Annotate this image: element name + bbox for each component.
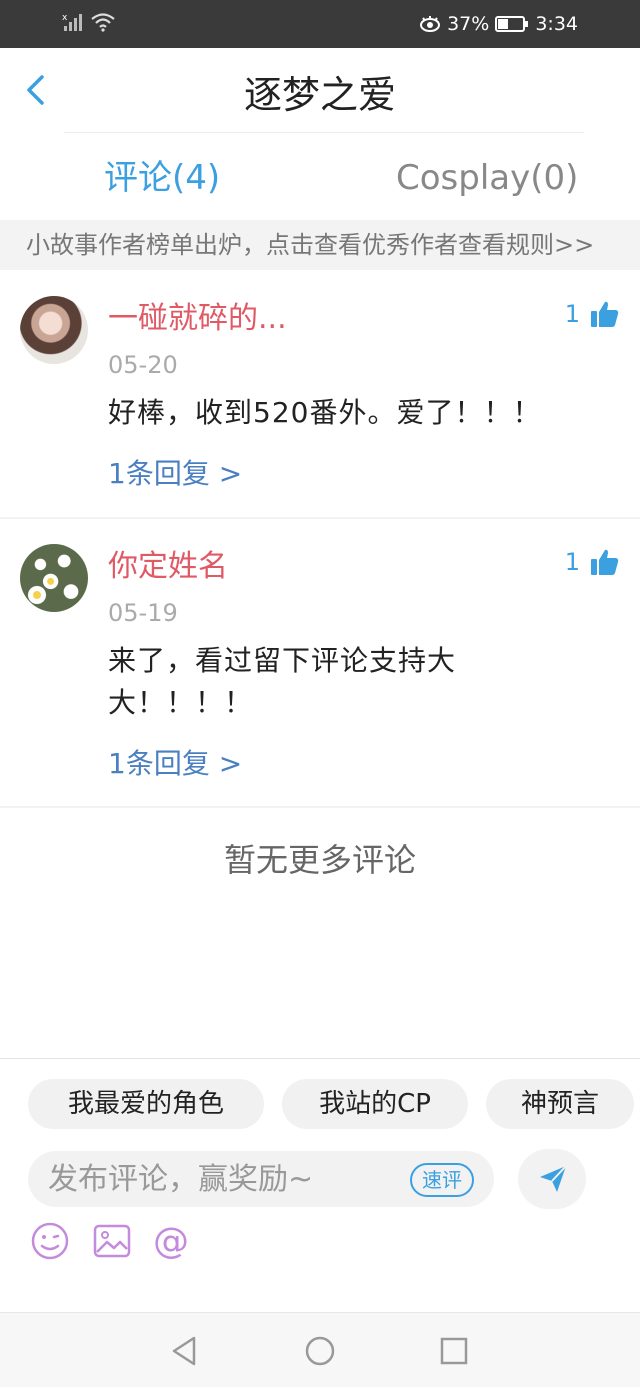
nav-recent-icon[interactable] bbox=[436, 1333, 472, 1369]
eye-comfort-icon bbox=[420, 16, 441, 32]
comment-date: 05-19 bbox=[108, 599, 178, 627]
header-divider bbox=[64, 132, 584, 133]
replies-link[interactable]: 1条回复 > bbox=[108, 456, 242, 492]
thumbs-up-icon bbox=[591, 549, 619, 575]
comment-input-box[interactable]: 速评 bbox=[28, 1151, 494, 1207]
screen: x 37% 3:34 逐梦之爱 评论(4) Cosplay(0) 小故事作者榜单… bbox=[0, 0, 640, 1387]
page-title: 逐梦之爱 bbox=[243, 73, 396, 117]
comment-text: 好棒，收到520番外。爱了！！！ bbox=[108, 396, 542, 429]
tab-bar: 评论(4) Cosplay(0) bbox=[0, 148, 640, 212]
comment-item: 一碰就碎的... 1 05-20 好棒，收到520番外。爱了！！！ 1条回复 > bbox=[0, 272, 640, 518]
status-left: x bbox=[62, 12, 116, 32]
comment-date: 05-20 bbox=[108, 351, 178, 379]
signal-icon: x bbox=[62, 13, 82, 31]
like-button[interactable]: 1 bbox=[565, 548, 620, 576]
header: 逐梦之爱 bbox=[0, 48, 640, 134]
tab-comments[interactable]: 评论(4) bbox=[104, 156, 220, 200]
nav-home-icon[interactable] bbox=[302, 1333, 338, 1369]
battery-icon bbox=[495, 16, 529, 32]
quick-tag-chip[interactable]: 我站的CP bbox=[282, 1079, 468, 1129]
comment-item: 你定姓名 1 05-19 来了，看过留下评论支持大大！！！！ 1条回复 > bbox=[0, 520, 640, 806]
emoji-icon[interactable] bbox=[30, 1221, 70, 1261]
replies-link[interactable]: 1条回复 > bbox=[108, 746, 242, 782]
quick-tag-chip[interactable]: 我最爱的角色 bbox=[28, 1079, 264, 1129]
image-icon[interactable] bbox=[92, 1221, 132, 1261]
notice-text: 小故事作者榜单出炉，点击查看优秀作者 bbox=[26, 231, 458, 259]
mention-icon[interactable]: @ bbox=[152, 1221, 192, 1261]
quick-comment-button[interactable]: 速评 bbox=[410, 1163, 474, 1197]
avatar[interactable] bbox=[20, 544, 88, 612]
like-count: 1 bbox=[564, 300, 580, 328]
status-right: 37% 3:34 bbox=[419, 12, 578, 36]
clock: 3:34 bbox=[535, 13, 578, 35]
tab-cosplay[interactable]: Cosplay(0) bbox=[396, 156, 578, 200]
like-count: 1 bbox=[564, 548, 580, 576]
comment-composer: 我最爱的角色 我站的CP 神预言 速评 @ bbox=[0, 1058, 640, 1312]
like-button[interactable]: 1 bbox=[565, 300, 620, 328]
comment-input[interactable] bbox=[48, 1159, 388, 1199]
wifi-icon bbox=[91, 13, 115, 32]
system-nav-bar bbox=[0, 1312, 640, 1387]
quick-tag-chip[interactable]: 神预言 bbox=[486, 1079, 634, 1129]
send-icon bbox=[540, 1165, 567, 1192]
avatar[interactable] bbox=[20, 296, 88, 364]
battery-percent: 37% bbox=[447, 13, 490, 35]
notice-link[interactable]: 查看规则>> bbox=[458, 231, 594, 259]
nav-back-icon[interactable] bbox=[166, 1333, 202, 1369]
svg-text:x: x bbox=[62, 13, 68, 23]
comment-author[interactable]: 一碰就碎的... bbox=[108, 300, 287, 338]
status-bar: x 37% 3:34 bbox=[0, 0, 640, 48]
thumbs-up-icon bbox=[591, 301, 619, 327]
send-button[interactable] bbox=[518, 1149, 586, 1209]
notice-banner[interactable]: 小故事作者榜单出炉，点击查看优秀作者查看规则>> bbox=[0, 220, 640, 270]
no-more-comments: 暂无更多评论 bbox=[223, 841, 416, 879]
comment-text: 来了，看过留下评论支持大大！！！！ bbox=[108, 644, 457, 719]
svg-text:@: @ bbox=[153, 1221, 189, 1261]
comment-author[interactable]: 你定姓名 bbox=[108, 548, 228, 586]
comment-divider bbox=[0, 517, 640, 519]
comment-divider bbox=[0, 806, 640, 808]
